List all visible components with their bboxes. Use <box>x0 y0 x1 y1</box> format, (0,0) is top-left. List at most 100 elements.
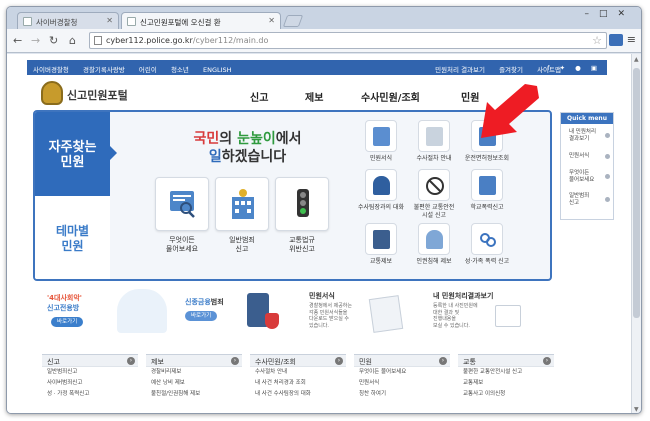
traffic-tip-button[interactable] <box>365 223 397 255</box>
category-link[interactable]: 사이버범죄신고 <box>42 378 138 389</box>
banner-civil-forms[interactable]: 민원서식 경찰청에서 제공하는 각종 민원서식들을 다운로드 받으실 수 있습니… <box>309 289 419 347</box>
category-title: 민원 <box>359 358 372 366</box>
arrow-circle-icon <box>605 174 610 179</box>
extension-icon[interactable] <box>609 34 623 46</box>
category-link[interactable]: 내 사건 처리경과 조회 <box>250 378 346 389</box>
util-link[interactable]: 경찰기록사랑방 <box>83 66 125 74</box>
scrollbar-thumb[interactable] <box>633 68 640 318</box>
close-icon[interactable]: ✕ <box>268 16 275 25</box>
reload-icon[interactable]: ↻ <box>49 34 58 47</box>
service-label-line: 시설 신고 <box>422 212 446 219</box>
category-link[interactable]: 민원서식 <box>354 378 450 389</box>
gnb-investigation[interactable]: 수사민원/조회 <box>361 89 420 104</box>
quick-menu-item[interactable]: 무엇이든 물어보세요 <box>569 170 605 184</box>
theme-tab[interactable]: 테마별 민원 <box>35 196 110 279</box>
traffic-violation-tile[interactable] <box>275 177 329 231</box>
go-button[interactable]: 바로가기 <box>185 311 218 321</box>
category-link[interactable]: 일반범죄신고 <box>42 367 138 378</box>
category-title: 교통 <box>463 358 476 366</box>
category-link[interactable]: 경찰비리제보 <box>146 367 242 378</box>
category-link[interactable]: 성 · 가정 폭력신고 <box>42 389 138 400</box>
vertical-scrollbar[interactable]: ▲ ▼ <box>631 54 641 413</box>
sns-icons[interactable]: f ✦ ● ▣ <box>547 64 601 72</box>
menu-icon[interactable]: ≡ <box>627 33 636 46</box>
util-link[interactable]: 청소년 <box>171 66 189 74</box>
family-violence-report-button[interactable] <box>471 223 503 255</box>
civil-form-button[interactable] <box>365 120 397 152</box>
investigation-guide-button[interactable] <box>418 120 450 152</box>
quick-menu-item-line: 결과보기 <box>569 136 590 142</box>
category-link[interactable]: 수사절차 안내 <box>250 367 346 378</box>
banner-social-evils[interactable]: '4대사회악' 신고전용방 바로가기 <box>47 289 167 347</box>
category-link[interactable]: 교통제보 <box>458 378 554 389</box>
arrow-circle-icon <box>605 154 610 159</box>
faq-label-1: 자주찾는 <box>48 140 97 155</box>
forward-icon[interactable]: → <box>31 34 40 47</box>
ask-anything-tile[interactable] <box>155 177 209 231</box>
back-icon[interactable]: ← <box>13 34 22 47</box>
home-icon[interactable]: ⌂ <box>69 34 76 47</box>
chevron-right-icon[interactable]: › <box>439 357 447 365</box>
category-link[interactable]: 칭찬 하여기 <box>354 389 450 400</box>
traffic-facility-report-button[interactable] <box>418 169 450 201</box>
util-link[interactable]: 민원처리 결과보기 <box>435 66 485 74</box>
util-link[interactable]: ENGLISH <box>203 66 232 74</box>
banner-text: 경찰청에서 제공하는 각종 민원서식들을 다운로드 받으실 수 있습니다. <box>309 303 369 329</box>
faq-tab[interactable]: 자주찾는 민원 <box>35 112 117 196</box>
category-title: 제보 <box>151 358 164 366</box>
bookmark-star-icon[interactable]: ☆ <box>592 34 602 47</box>
document-icon <box>373 127 390 146</box>
logo-text: 신고민원포털 <box>67 89 128 102</box>
category-header[interactable]: 제보 › <box>146 354 242 367</box>
banner-my-results[interactable]: 내 민원처리결과보기 등록한 내 사진민원에 대한 결과 및 진행내용을 보실 … <box>433 289 553 347</box>
category-link[interactable]: 예산 낭비 제보 <box>146 378 242 389</box>
gnb-tip[interactable]: 제보 <box>305 89 323 104</box>
family-photo <box>117 289 167 333</box>
go-button[interactable]: 바로가기 <box>51 317 84 327</box>
quick-menu-title: Quick menu <box>561 113 613 124</box>
quick-menu-item[interactable]: 일반범죄 신고 <box>569 193 605 207</box>
category-header[interactable]: 교통 › <box>458 354 554 367</box>
tab-strip: 사이버경찰청 ✕ 신고민원포털에 오신걸 환 ✕ –□✕ <box>7 7 641 29</box>
chevron-right-icon[interactable]: › <box>543 357 551 365</box>
banner-text-line: 있습니다. <box>309 322 329 329</box>
quick-menu-item-line: 민원서식 <box>569 153 590 159</box>
gnb-report[interactable]: 신고 <box>250 89 268 104</box>
banner-financial-crime[interactable]: 신종금융범죄 바로가기 <box>185 289 295 347</box>
category-header[interactable]: 신고 › <box>42 354 138 367</box>
chevron-right-icon[interactable]: › <box>335 357 343 365</box>
quick-menu-item[interactable]: 내 민원처리 결과보기 <box>569 129 605 143</box>
category-link[interactable]: 불친절/인권침해 제보 <box>146 389 242 400</box>
banner-title: '4대사회악' <box>47 294 82 302</box>
new-tab-button[interactable] <box>282 15 304 27</box>
url-domain: cyber112.police.go.kr <box>106 36 193 45</box>
util-link[interactable]: 사이버경찰청 <box>33 66 69 74</box>
tab-title: 신고민원포털에 오신걸 환 <box>140 18 221 27</box>
team-leader-talk-button[interactable] <box>365 169 397 201</box>
chevron-right-icon[interactable]: › <box>231 357 239 365</box>
category-header[interactable]: 민원 › <box>354 354 450 367</box>
window-controls[interactable]: –□✕ <box>584 9 635 19</box>
school-violence-report-button[interactable] <box>471 169 503 201</box>
general-crime-tile[interactable] <box>215 177 269 231</box>
category-link[interactable]: 내 사건 수사팀장의 대화 <box>250 389 346 400</box>
road-icon <box>373 230 390 249</box>
category-header[interactable]: 수사민원/조회 › <box>250 354 346 367</box>
quick-menu-item-line: 일반범죄 <box>569 193 590 199</box>
category-link[interactable]: 불편한 교통안전시설 신고 <box>458 367 554 378</box>
util-link[interactable]: 어린이 <box>139 66 157 74</box>
human-rights-tip-button[interactable] <box>418 223 450 255</box>
util-link[interactable]: 즐겨찾기 <box>499 66 523 74</box>
scroll-up-icon[interactable]: ▲ <box>634 56 639 63</box>
tab-complaint-portal[interactable]: 신고민원포털에 오신걸 환 ✕ <box>121 12 281 29</box>
clipboard-icon <box>426 127 443 146</box>
tab-cyber-police[interactable]: 사이버경찰청 ✕ <box>17 12 119 29</box>
scroll-down-icon[interactable]: ▼ <box>634 406 639 413</box>
category-link[interactable]: 무엇이든 물어보세요 <box>354 367 450 378</box>
address-bar[interactable]: cyber112.police.go.kr/cyber112/main.do ☆ <box>89 32 607 49</box>
quick-menu-item[interactable]: 민원서식 <box>569 153 605 160</box>
category-link[interactable]: 교통사고 이의신청 <box>458 389 554 400</box>
chevron-right-icon[interactable]: › <box>127 357 135 365</box>
school-icon <box>479 176 496 195</box>
close-icon[interactable]: ✕ <box>106 16 113 25</box>
